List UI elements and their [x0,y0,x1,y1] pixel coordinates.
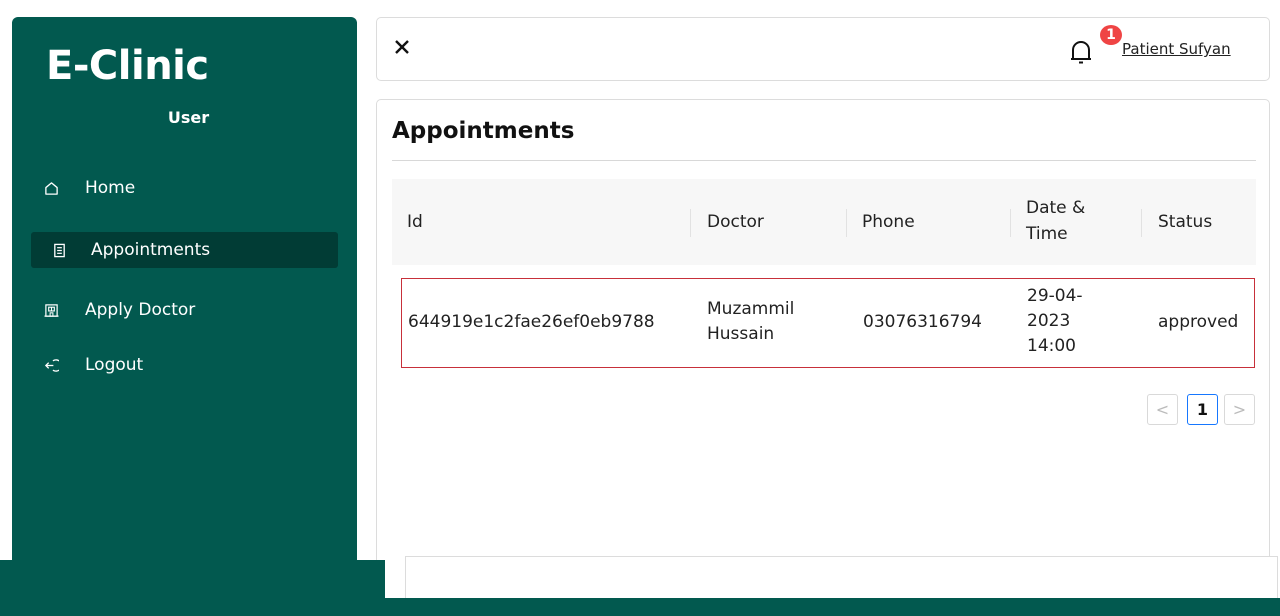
notification-badge: 1 [1100,25,1122,45]
cell-doctor: Muzammil Hussain [707,299,795,344]
sidebar-item-label: Home [85,178,136,198]
list-icon [51,242,67,258]
column-separator [690,209,691,237]
hospital-icon [43,302,59,318]
column-separator [1141,209,1142,237]
footer-card [405,556,1278,598]
page-title: Appointments [392,118,575,144]
sidebar-item-logout[interactable]: Logout [31,347,338,383]
sidebar-item-appointments[interactable]: Appointments [31,232,338,268]
sidebar-item-label: Logout [85,355,144,375]
column-header-id: Id [407,212,423,232]
pagination-page-1[interactable]: 1 [1187,394,1218,425]
sidebar-item-home[interactable]: Home [31,170,338,206]
column-separator [1010,209,1011,237]
sidebar-item-label: Appointments [91,240,211,260]
logout-icon [43,357,59,373]
close-icon[interactable] [389,34,415,60]
bell-icon[interactable] [1065,35,1097,67]
cell-date-time: 29-04-2023 14:00 [1027,286,1083,356]
cell-id: 644919e1c2fae26ef0eb9788 [408,312,655,332]
sidebar-item-label: Apply Doctor [85,300,196,320]
home-icon [43,180,59,196]
sidebar: E-Clinic User Home Appointments Apply Do… [12,17,357,616]
footer-band [0,598,1280,616]
table-header: Id Doctor Phone Date & Time Status [392,179,1256,265]
brand-logo: E-Clinic [46,43,209,89]
sidebar-item-apply-doctor[interactable]: Apply Doctor [31,292,338,328]
top-bar: 1 Patient Sufyan [376,17,1270,81]
user-name-link[interactable]: Patient Sufyan [1122,40,1231,58]
appointments-panel: Appointments Id Doctor Phone Date & Time… [376,99,1270,616]
column-header-doctor: Doctor [707,212,764,232]
table-row[interactable]: 644919e1c2fae26ef0eb9788 Muzammil Hussai… [401,278,1255,368]
cell-status: approved [1158,312,1239,332]
cell-phone: 03076316794 [863,312,982,332]
column-separator [846,209,847,237]
column-header-date-time: Date & Time [1026,198,1086,244]
pagination-prev-button[interactable]: < [1147,394,1178,425]
pagination-next-button[interactable]: > [1224,394,1255,425]
column-header-status: Status [1158,212,1213,232]
divider [392,160,1256,161]
user-role: User [167,108,210,127]
column-header-phone: Phone [862,212,915,232]
